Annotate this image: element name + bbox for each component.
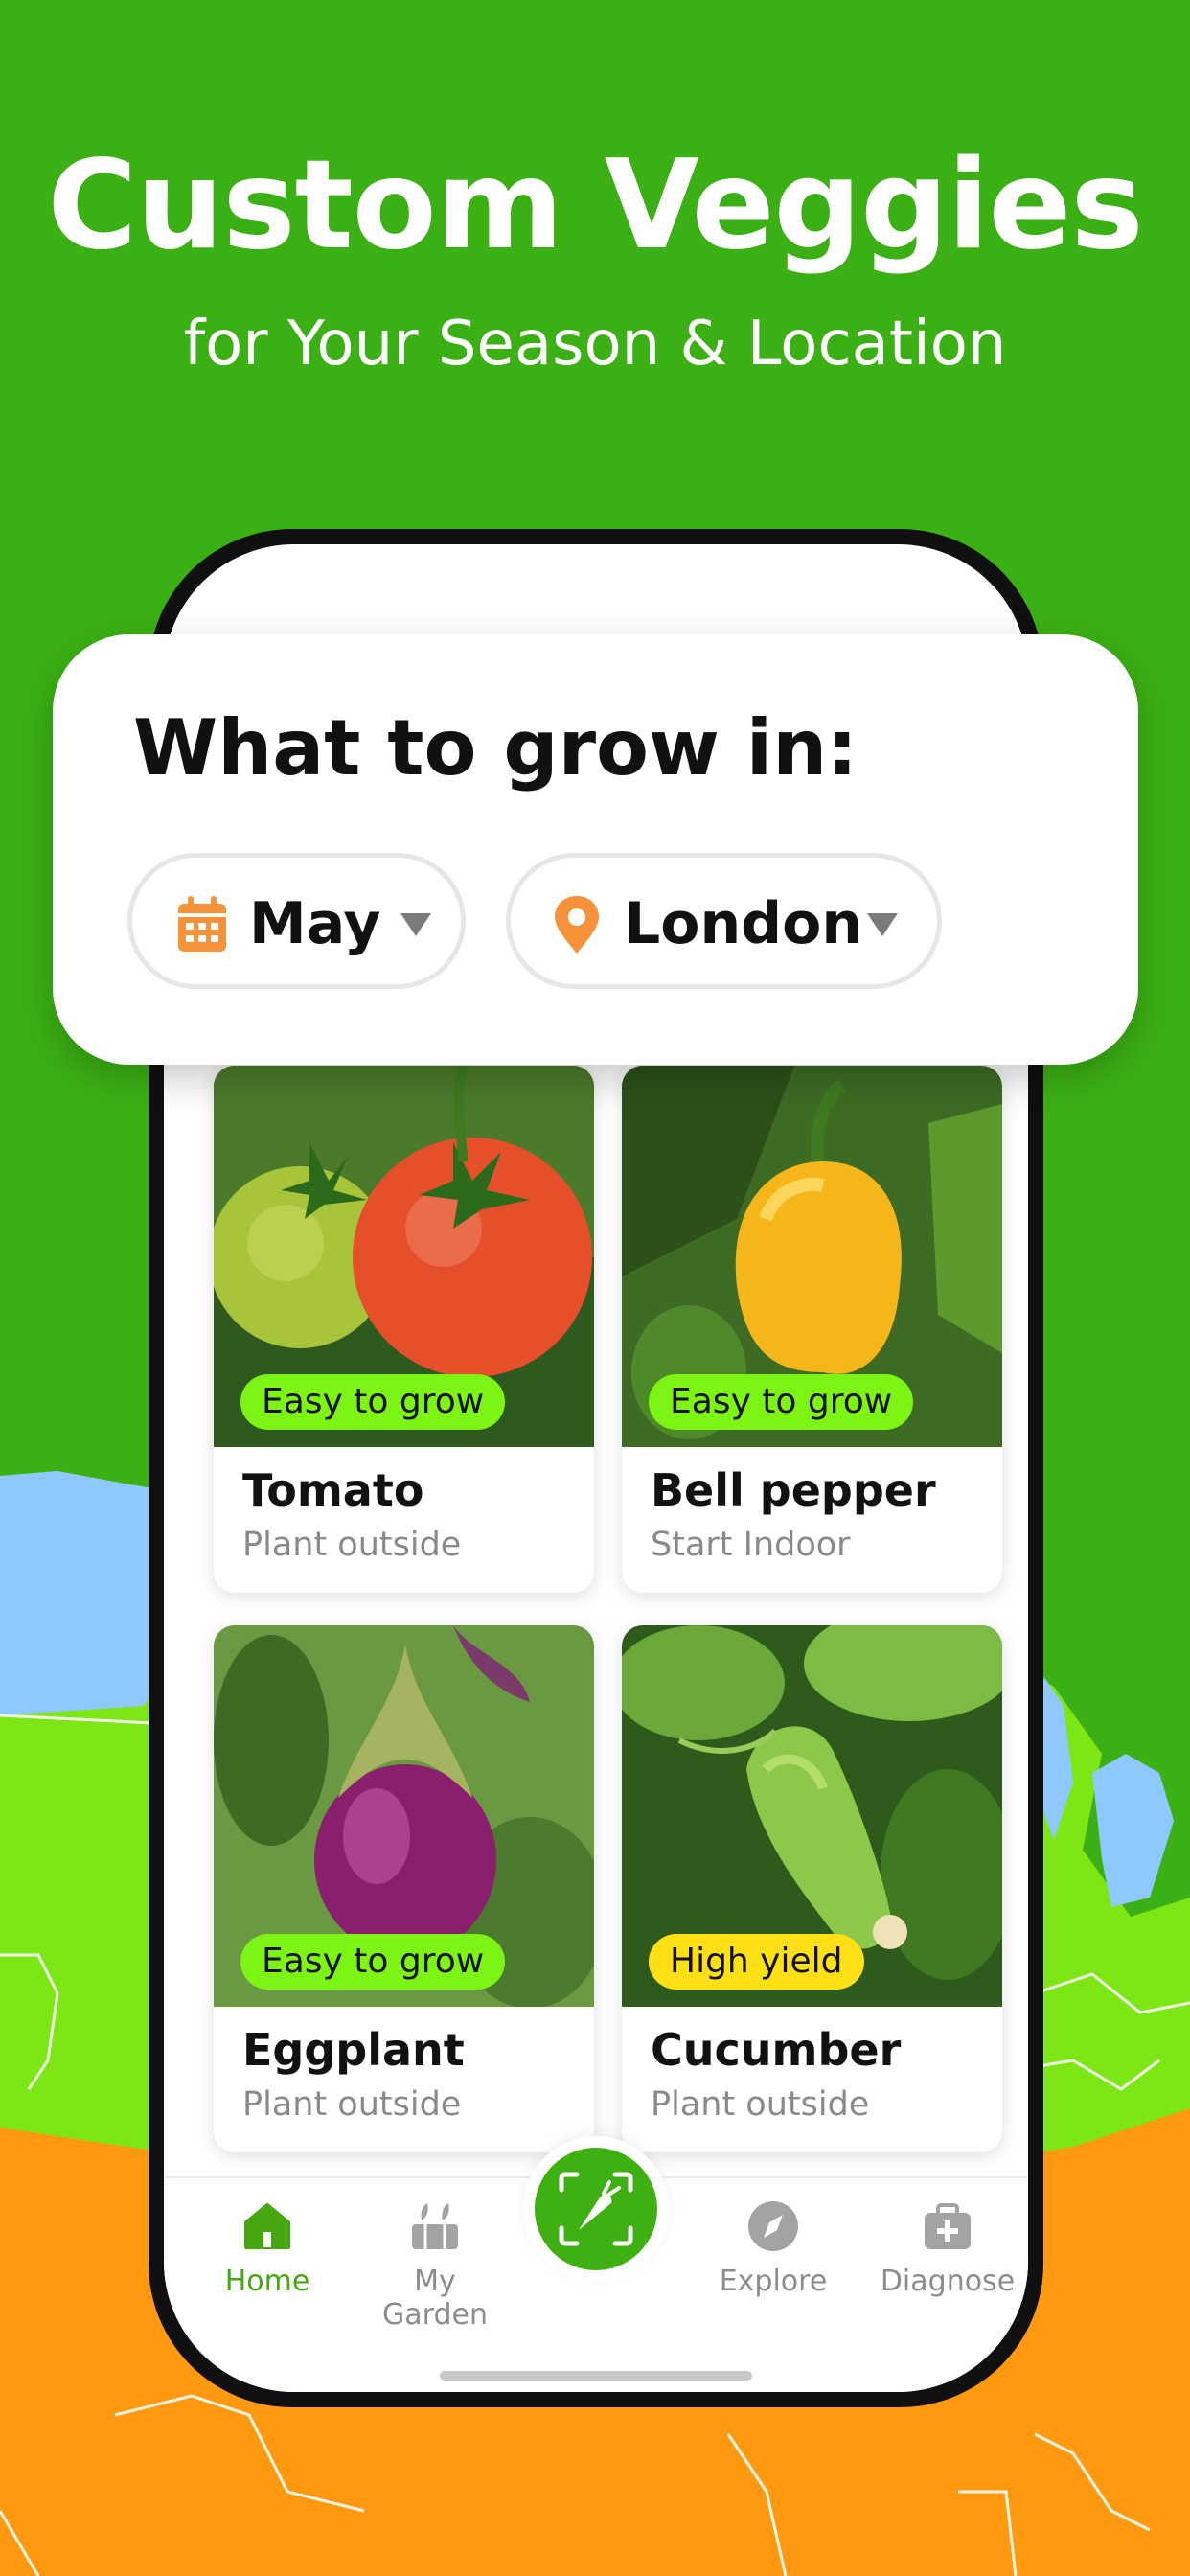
chevron-down-icon <box>400 913 431 936</box>
plant-subtitle: Start Indoor <box>651 1526 851 1564</box>
plant-name: Tomato <box>242 1464 424 1516</box>
first-aid-kit-icon <box>925 2203 971 2249</box>
month-value: May <box>249 890 381 957</box>
plant-card-eggplant[interactable]: Easy to grow Eggplant Plant outside <box>214 1625 594 2152</box>
scan-plant-icon <box>559 2172 633 2246</box>
scan-button[interactable] <box>523 2136 669 2282</box>
badge: Easy to grow <box>649 1374 914 1430</box>
season-location-selector: What to grow in: May London <box>53 634 1138 1065</box>
tab-diagnose[interactable]: Diagnose <box>871 2197 1024 2298</box>
plant-subtitle: Plant outside <box>242 2085 462 2124</box>
selector-title: What to grow in: <box>133 703 858 793</box>
tab-bar: Home My Garden Explore Diagnose <box>164 2136 1028 2392</box>
tab-home[interactable]: Home <box>191 2197 344 2298</box>
plant-subtitle: Plant outside <box>242 1526 462 1564</box>
home-icon <box>244 2203 290 2249</box>
tab-explore-label: Explore <box>719 2265 828 2298</box>
location-dropdown[interactable]: London <box>506 853 942 989</box>
plant-subtitle: Plant outside <box>651 2085 870 2124</box>
plant-name: Bell pepper <box>651 1464 936 1516</box>
plant-card-tomato[interactable]: Easy to grow Tomato Plant outside <box>214 1066 594 1593</box>
badge: High yield <box>649 1934 864 1990</box>
tab-explore[interactable]: Explore <box>697 2197 850 2298</box>
compass-icon <box>748 2201 798 2251</box>
home-indicator <box>440 2371 752 2380</box>
subheadline: for Your Season & Location <box>183 309 1007 380</box>
tab-diagnose-label: Diagnose <box>880 2265 1016 2298</box>
location-pin-icon <box>555 896 599 954</box>
plant-name: Cucumber <box>651 2024 902 2076</box>
month-dropdown[interactable]: May <box>127 853 466 989</box>
garden-icon <box>412 2203 458 2249</box>
badge: Easy to grow <box>240 1374 506 1430</box>
tab-my-garden-label: My Garden <box>382 2265 488 2332</box>
headline: Custom Veggies <box>47 134 1143 277</box>
tab-my-garden[interactable]: My Garden <box>358 2197 512 2332</box>
tab-home-label: Home <box>224 2265 310 2298</box>
plant-card-bell-pepper[interactable]: Easy to grow Bell pepper Start Indoor <box>622 1066 1002 1593</box>
badge: Easy to grow <box>240 1934 506 1990</box>
location-value: London <box>624 890 863 957</box>
plant-name: Eggplant <box>242 2024 465 2076</box>
calendar-icon <box>178 896 226 952</box>
chevron-down-icon <box>867 913 898 936</box>
plant-card-cucumber[interactable]: High yield Cucumber Plant outside <box>622 1625 1002 2152</box>
